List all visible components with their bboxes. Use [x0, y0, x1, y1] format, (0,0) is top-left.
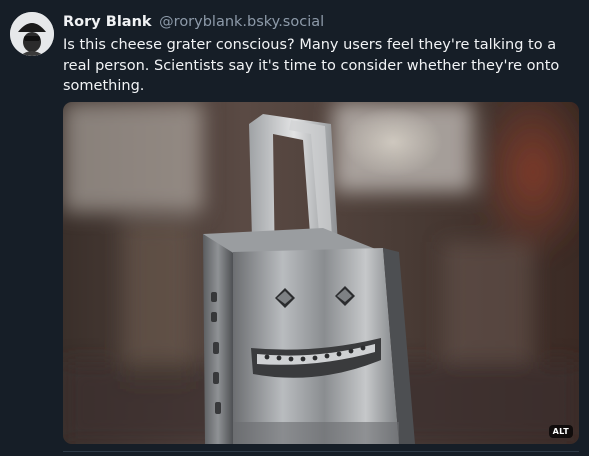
author-display-name[interactable]: Rory Blank	[63, 14, 152, 30]
post-text: Is this cheese grater conscious? Many us…	[63, 37, 560, 94]
cheese-grater-image	[63, 102, 579, 444]
post-header: Rory Blank @roryblank.bsky.social	[63, 12, 579, 32]
avatar[interactable]	[10, 12, 54, 56]
divider	[63, 451, 579, 456]
post-image[interactable]: ALT	[63, 102, 579, 444]
avatar-icon	[10, 12, 54, 56]
post[interactable]: Rory Blank @roryblank.bsky.social Is thi…	[0, 0, 589, 455]
author-handle[interactable]: @roryblank.bsky.social	[159, 14, 324, 30]
alt-badge[interactable]: ALT	[548, 425, 573, 438]
